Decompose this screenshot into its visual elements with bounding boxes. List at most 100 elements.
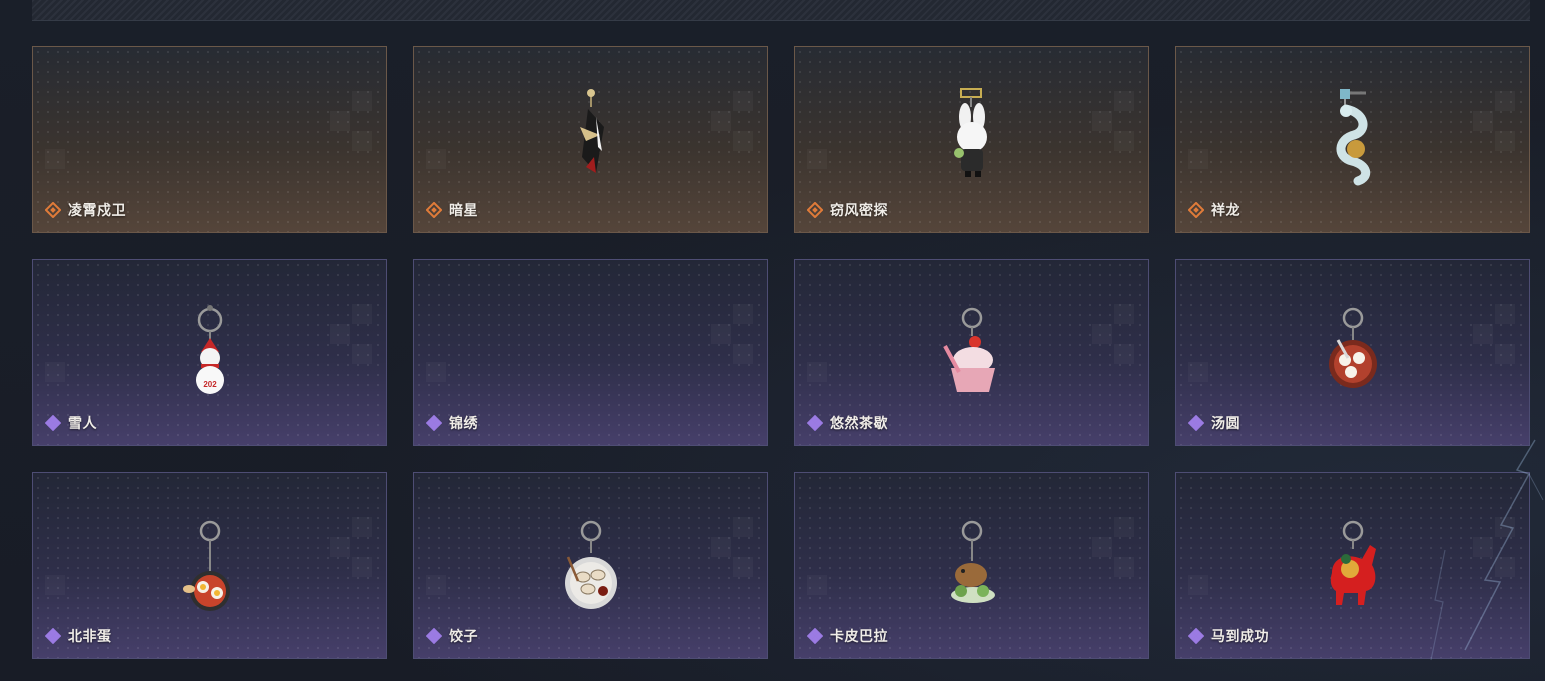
card-corner xyxy=(1176,260,1182,266)
card-corner xyxy=(761,473,767,479)
charm-name: 饺子 xyxy=(449,628,478,644)
card-decoration xyxy=(1092,304,1136,364)
header-strip xyxy=(32,0,1530,21)
card-decoration xyxy=(330,91,374,151)
charm-card[interactable]: 窃风密探 xyxy=(794,46,1149,233)
charm-label: 马到成功 xyxy=(1188,626,1269,646)
card-corner xyxy=(33,473,39,479)
orange-rarity-icon xyxy=(426,202,442,218)
rabbit-spy-charm-icon xyxy=(953,88,987,177)
card-decoration xyxy=(1188,149,1208,169)
charm-name: 马到成功 xyxy=(1211,628,1269,644)
charm-card[interactable]: 凌霄戍卫 xyxy=(32,46,387,233)
card-decoration xyxy=(1092,91,1136,151)
charm-name: 汤圆 xyxy=(1211,415,1240,431)
charm-label: 窃风密探 xyxy=(807,200,888,220)
card-corner xyxy=(1176,652,1182,658)
purple-rarity-icon xyxy=(1188,628,1204,644)
charm-label: 汤圆 xyxy=(1188,413,1240,433)
purple-rarity-icon xyxy=(807,628,823,644)
card-corner xyxy=(1142,260,1148,266)
card-corner xyxy=(33,226,39,232)
charm-name: 祥龙 xyxy=(1211,202,1240,218)
card-corner xyxy=(380,652,386,658)
card-corner xyxy=(1176,439,1182,445)
svg-text:202: 202 xyxy=(203,380,217,389)
charm-card[interactable]: 202 雪人 xyxy=(32,259,387,446)
card-corner xyxy=(414,226,420,232)
card-decoration xyxy=(45,149,65,169)
card-decoration xyxy=(330,304,374,364)
charm-label: 悠然茶歇 xyxy=(807,413,888,433)
charm-label: 饺子 xyxy=(426,626,478,646)
card-decoration xyxy=(426,362,446,382)
charm-label: 锦绣 xyxy=(426,413,478,433)
card-corner xyxy=(33,47,39,53)
red-horse-charm-icon xyxy=(1330,520,1376,605)
card-corner xyxy=(1142,47,1148,53)
card-corner xyxy=(1523,226,1529,232)
charm-label: 凌霄戍卫 xyxy=(45,200,126,220)
card-decoration xyxy=(711,517,755,577)
tangyuan-charm-icon xyxy=(1328,307,1377,388)
card-corner xyxy=(1142,226,1148,232)
card-corner xyxy=(761,652,767,658)
card-corner xyxy=(33,652,39,658)
charm-card[interactable]: 悠然茶歇 xyxy=(794,259,1149,446)
charm-name: 北非蛋 xyxy=(68,628,112,644)
card-corner xyxy=(414,652,420,658)
charm-card[interactable]: 卡皮巴拉 xyxy=(794,472,1149,659)
card-corner xyxy=(1523,652,1529,658)
charm-label: 祥龙 xyxy=(1188,200,1240,220)
charm-name: 暗星 xyxy=(449,202,478,218)
card-corner xyxy=(1176,47,1182,53)
charm-name: 雪人 xyxy=(68,415,97,431)
card-decoration xyxy=(45,362,65,382)
card-corner xyxy=(414,439,420,445)
dark-star-charm-icon xyxy=(579,89,604,173)
card-corner xyxy=(761,47,767,53)
dragon-charm-icon xyxy=(1336,89,1370,186)
card-decoration xyxy=(711,304,755,364)
charm-card[interactable]: 饺子 xyxy=(413,472,768,659)
card-decoration xyxy=(1188,575,1208,595)
card-decoration xyxy=(1473,517,1517,577)
card-corner xyxy=(380,473,386,479)
card-decoration xyxy=(807,362,827,382)
charm-card[interactable]: 锦绣 xyxy=(413,259,768,446)
card-decoration xyxy=(1092,517,1136,577)
charm-label: 卡皮巴拉 xyxy=(807,626,888,646)
card-corner xyxy=(1142,473,1148,479)
dumpling-charm-icon xyxy=(564,520,617,609)
charm-card[interactable]: 祥龙 xyxy=(1175,46,1530,233)
card-corner xyxy=(761,260,767,266)
purple-rarity-icon xyxy=(45,628,61,644)
card-decoration xyxy=(1473,304,1517,364)
charm-name: 悠然茶歇 xyxy=(830,415,888,431)
card-corner xyxy=(761,226,767,232)
card-corner xyxy=(795,439,801,445)
card-decoration xyxy=(330,517,374,577)
card-corner xyxy=(761,439,767,445)
card-decoration xyxy=(426,575,446,595)
charm-card[interactable]: 北非蛋 xyxy=(32,472,387,659)
purple-rarity-icon xyxy=(1188,415,1204,431)
charm-grid: 凌霄戍卫 暗星 窃风密探 祥龙 202 雪人 锦绣 悠然茶歇 汤圆 北非蛋 饺子… xyxy=(32,46,1532,659)
charm-card[interactable]: 汤圆 xyxy=(1175,259,1530,446)
card-decoration xyxy=(45,575,65,595)
card-corner xyxy=(795,226,801,232)
charm-name: 窃风密探 xyxy=(830,202,888,218)
charm-collection-page: 凌霄戍卫 暗星 窃风密探 祥龙 202 雪人 锦绣 悠然茶歇 汤圆 北非蛋 饺子… xyxy=(0,0,1545,681)
charm-name: 凌霄戍卫 xyxy=(68,202,126,218)
card-corner xyxy=(1523,439,1529,445)
card-corner xyxy=(795,652,801,658)
charm-label: 北非蛋 xyxy=(45,626,112,646)
card-corner xyxy=(795,47,801,53)
card-corner xyxy=(33,260,39,266)
snowman-charm-icon: 202 xyxy=(195,305,224,394)
charm-card[interactable]: 马到成功 xyxy=(1175,472,1530,659)
card-decoration xyxy=(1473,91,1517,151)
charm-card[interactable]: 暗星 xyxy=(413,46,768,233)
card-corner xyxy=(795,260,801,266)
card-corner xyxy=(380,47,386,53)
